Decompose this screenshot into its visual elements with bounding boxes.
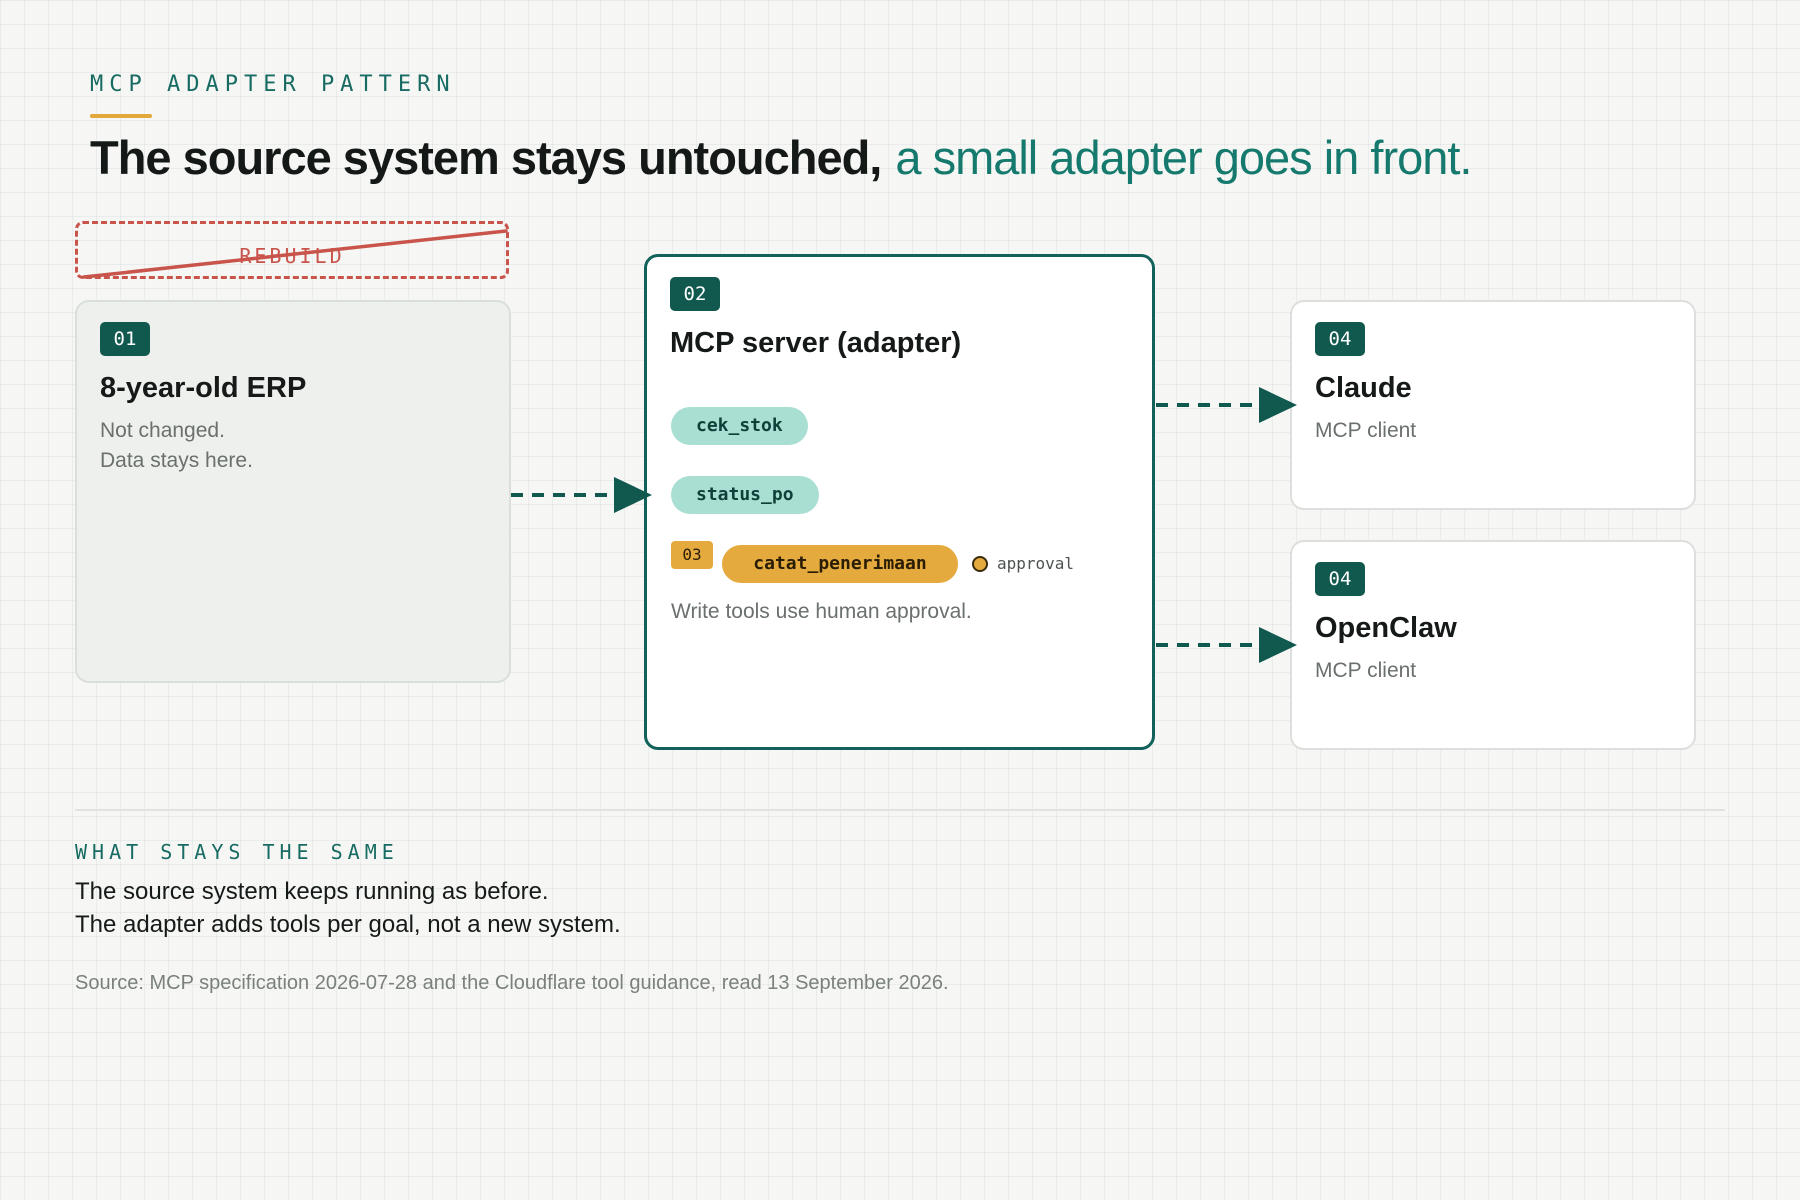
eyebrow-underline [90, 114, 152, 118]
client-title: OpenClaw [1315, 612, 1457, 644]
step-badge: 04 [1315, 322, 1365, 356]
mcp-title: MCP server (adapter) [670, 327, 962, 359]
arrow-erp-to-mcp [511, 477, 652, 513]
arrow-mcp-to-openclaw [1156, 627, 1297, 663]
headline-strong: The source system stays untouched, [90, 131, 882, 184]
step-badge: 02 [670, 277, 720, 311]
source-note: Source: MCP specification 2026-07-28 and… [75, 972, 949, 994]
section-divider [75, 809, 1725, 811]
mcp-approval-note: Write tools use human approval. [671, 600, 972, 623]
page-title: The source system stays untouched, a smal… [90, 130, 1473, 185]
client-subtitle: MCP client [1315, 419, 1417, 442]
strike-through-line [82, 229, 508, 279]
mcp-server-card: 02 MCP server (adapter) cek_stok status_… [644, 254, 1155, 750]
section-label: WHAT STAYS THE SAME [75, 840, 399, 864]
write-step-badge: 03 [671, 541, 713, 569]
headline-soft: a small adapter goes in front. [895, 131, 1472, 184]
client-card-openclaw: 04 OpenClaw MCP client [1290, 540, 1696, 750]
tool-chip-catat-penerimaan: catat_penerimaan [722, 545, 958, 583]
step-badge: 04 [1315, 562, 1365, 596]
tool-chip-status-po: status_po [671, 476, 819, 514]
eyebrow-label: MCP ADAPTER PATTERN [90, 72, 456, 97]
client-card-claude: 04 Claude MCP client [1290, 300, 1696, 510]
erp-note-changed: Not changed. [100, 419, 225, 442]
section-line-2: The adapter adds tools per goal, not a n… [75, 911, 621, 938]
erp-card: 01 8-year-old ERP Not changed. Data stay… [75, 300, 511, 683]
client-title: Claude [1315, 372, 1412, 404]
section-body: The source system keeps running as befor… [75, 875, 621, 941]
section-line-1: The source system keeps running as befor… [75, 878, 549, 905]
step-badge: 01 [100, 322, 150, 356]
client-subtitle: MCP client [1315, 659, 1417, 682]
arrow-mcp-to-claude [1156, 387, 1297, 423]
rebuild-option: REBUILD [75, 221, 509, 279]
approval-dot-icon [972, 556, 988, 572]
erp-note-data: Data stays here. [100, 449, 253, 472]
approval-label: approval [997, 554, 1075, 573]
erp-title: 8-year-old ERP [100, 372, 307, 404]
tool-chip-cek-stok: cek_stok [671, 407, 808, 445]
